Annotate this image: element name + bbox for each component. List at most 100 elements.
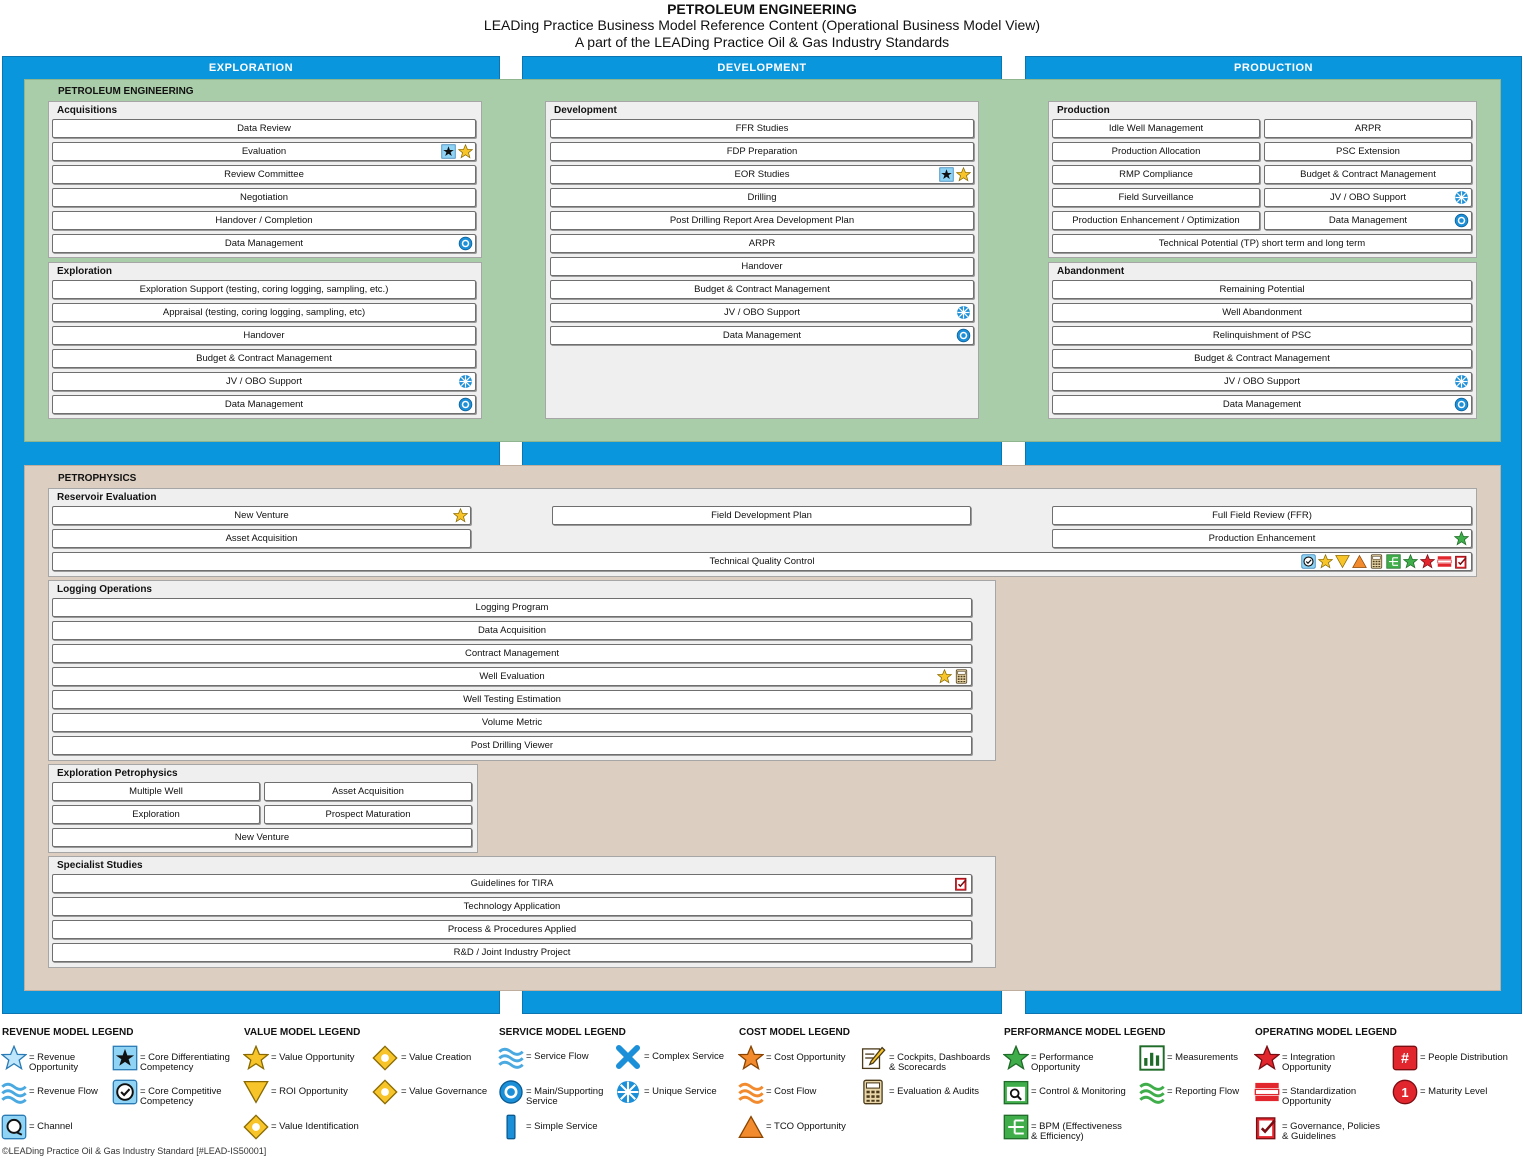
integration-opportunity-icon (1254, 1045, 1280, 1071)
unique-service-icon (615, 1079, 641, 1105)
column-head-development: DEVELOPMENT (717, 62, 807, 74)
service-flow-icon (498, 1044, 524, 1070)
legend-performance-opportunity: = Performance Opportunity (1031, 1052, 1094, 1073)
legend-title-performance: PERFORMANCE MODEL LEGEND (1004, 1027, 1166, 1038)
revenue-opportunity-icon (1, 1045, 27, 1071)
simple-service-icon (498, 1114, 524, 1140)
calculator-icon (1369, 554, 1384, 569)
box-psc-extension: PSC Extension (1264, 142, 1472, 161)
legend-integration: = Integration Opportunity (1282, 1052, 1336, 1073)
box-production-allocation: Production Allocation (1052, 142, 1260, 161)
box-label: Data Management (224, 399, 304, 410)
group-title: Abandonment (1057, 266, 1125, 277)
box-label: Evaluation (241, 146, 287, 157)
complex-service-icon (615, 1044, 641, 1070)
legend-core-competitive: = Core Competitive Competency (140, 1086, 222, 1107)
legend-governance: = Governance, Policies & Guidelines (1282, 1121, 1380, 1142)
legend-complex-service: = Complex Service (644, 1051, 724, 1062)
box-full-field-review: Full Field Review (FFR) (1052, 506, 1472, 525)
channel-icon (1, 1114, 27, 1140)
legend-cost-opportunity: = Cost Opportunity (766, 1052, 846, 1063)
group-title: Logging Operations (57, 584, 152, 595)
box-budget-contract: Budget & Contract Management (1264, 165, 1472, 184)
governance-icon (1254, 1114, 1280, 1140)
box-eor-studies: EOR Studies (550, 165, 974, 184)
legend-title-operating: OPERATING MODEL LEGEND (1255, 1027, 1397, 1038)
main-supporting-service-icon (1454, 397, 1469, 412)
legend-maturity-level: = Maturity Level (1420, 1086, 1488, 1097)
legend-value-creation: = Value Creation (401, 1052, 472, 1063)
roi-opportunity-icon (1335, 554, 1350, 569)
legend-service-flow: = Service Flow (526, 1051, 589, 1062)
box-exploration-support: Exploration Support (testing, coring log… (52, 280, 476, 299)
box-data-management: Data Management (1052, 395, 1472, 414)
unique-service-icon (1454, 190, 1469, 205)
legend-unique-service: = Unique Service (644, 1086, 717, 1097)
box-budget-contract: Budget & Contract Management (1052, 349, 1472, 368)
core-differentiating-icon (112, 1045, 138, 1071)
box-technical-quality-control: Technical Quality Control (52, 552, 1472, 571)
box-prospect-maturation: Prospect Maturation (264, 805, 472, 824)
cockpits-dashboards-icon (860, 1045, 886, 1071)
revenue-flow-icon (1, 1079, 27, 1105)
legend-title-cost: COST MODEL LEGEND (739, 1027, 850, 1038)
measurements-icon (1139, 1045, 1165, 1071)
legend-value-opportunity: = Value Opportunity (271, 1052, 355, 1063)
group-title: Production (1057, 105, 1110, 116)
box-contract-management: Contract Management (52, 644, 972, 663)
legend-people-distribution: = People Distribution (1420, 1052, 1508, 1063)
box-data-management: Data Management (52, 395, 476, 414)
legend-core-differentiating: = Core Differentiating Competency (140, 1052, 230, 1073)
box-new-venture: New Venture (52, 506, 471, 525)
box-ffr-studies: FFR Studies (550, 119, 974, 138)
box-budget-contract: Budget & Contract Management (550, 280, 974, 299)
group-title: Acquisitions (57, 105, 118, 116)
group-title: Specialist Studies (57, 860, 143, 871)
calculator-icon (860, 1079, 886, 1105)
cost-flow-icon (738, 1079, 764, 1105)
value-opportunity-icon (937, 669, 952, 684)
box-rmp-compliance: RMP Compliance (1052, 165, 1260, 184)
legend-main-supporting: = Main/Supporting Service (526, 1086, 604, 1107)
legend-reporting-flow: = Reporting Flow (1167, 1086, 1240, 1097)
legend-revenue-opportunity: = Revenue Opportunity (29, 1052, 79, 1073)
legend-simple-service: = Simple Service (526, 1121, 598, 1132)
core-competitive-icon (1301, 554, 1316, 569)
page-subtitle-2: A part of the LEADing Practice Oil & Gas… (574, 34, 950, 50)
value-creation-icon (372, 1045, 398, 1071)
legend-title-revenue: REVENUE MODEL LEGEND (2, 1027, 134, 1038)
legend-control-monitoring: = Control & Monitoring (1031, 1086, 1126, 1097)
people-distribution-icon (1392, 1045, 1418, 1071)
value-identification-icon (243, 1114, 269, 1140)
box-label: JV / OBO Support (1329, 192, 1407, 203)
bpm-icon (1003, 1114, 1029, 1140)
box-asset-acquisition: Asset Acquisition (52, 529, 471, 548)
group-title: Exploration Petrophysics (57, 768, 178, 779)
box-well-abandonment: Well Abandonment (1052, 303, 1472, 322)
box-jv-obo: JV / OBO Support (550, 303, 974, 322)
box-data-management: Data Management (550, 326, 974, 345)
legend-value-identification: = Value Identification (271, 1121, 359, 1132)
legend-revenue-flow: = Revenue Flow (29, 1086, 98, 1097)
core-differentiating-icon (441, 144, 456, 159)
control-monitoring-icon (1003, 1079, 1029, 1105)
page-subtitle: LEADing Practice Business Model Referenc… (483, 17, 1041, 33)
box-label: JV / OBO Support (723, 307, 801, 318)
group-title: Reservoir Evaluation (57, 492, 157, 503)
legend-tco-opportunity: = TCO Opportunity (766, 1121, 846, 1132)
group-title: Exploration (57, 266, 113, 277)
box-post-drilling-viewer: Post Drilling Viewer (52, 736, 972, 755)
box-label: Technical Quality Control (709, 556, 815, 567)
box-asset-acquisition: Asset Acquisition (264, 782, 472, 801)
legend-title-service: SERVICE MODEL LEGEND (499, 1027, 626, 1038)
box-rd-joint-industry: R&D / Joint Industry Project (52, 943, 972, 962)
box-data-review: Data Review (52, 119, 476, 138)
column-head-production: PRODUCTION (1234, 62, 1313, 74)
box-logging-program: Logging Program (52, 598, 972, 617)
box-label: Data Management (1328, 215, 1408, 226)
box-volume-metric: Volume Metric (52, 713, 972, 732)
box-technical-potential: Technical Potential (TP) short term and … (1052, 234, 1472, 253)
standardization-icon (1254, 1079, 1280, 1105)
box-arpr: ARPR (550, 234, 974, 253)
main-supporting-service-icon (498, 1079, 524, 1105)
